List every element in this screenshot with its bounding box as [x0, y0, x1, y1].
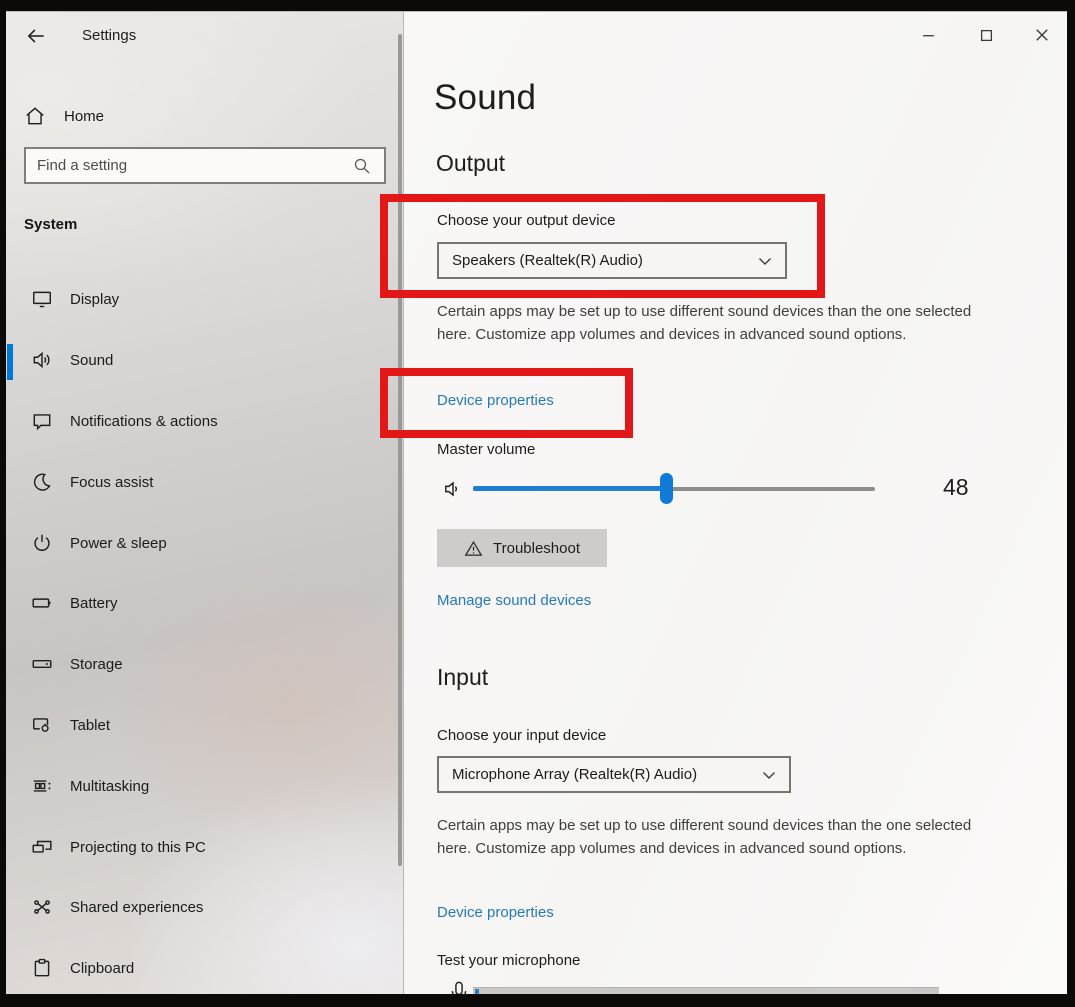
sidebar-item-sound[interactable]: Sound: [6, 340, 402, 380]
sidebar-item-label: Multitasking: [70, 777, 150, 795]
sidebar-item-tablet[interactable]: Tablet: [6, 705, 402, 745]
screenshot-frame: Settings Home System: [0, 0, 1075, 1007]
settings-window: Settings Home System: [6, 11, 1067, 994]
display-icon: [31, 288, 53, 310]
chevron-down-icon: [757, 253, 773, 269]
sidebar-item-shared-experiences[interactable]: Shared experiences: [6, 887, 402, 927]
projecting-icon: [31, 836, 53, 858]
troubleshoot-button[interactable]: Troubleshoot: [437, 529, 607, 567]
storage-icon: [31, 653, 53, 675]
output-device-properties-link[interactable]: Device properties: [437, 392, 554, 409]
microphone-level-fill: [475, 989, 479, 994]
input-device-value: Microphone Array (Realtek(R) Audio): [452, 766, 698, 783]
sidebar-item-label: Focus assist: [70, 473, 154, 491]
sound-icon: [31, 349, 53, 371]
sidebar-item-power-sleep[interactable]: Power & sleep: [6, 523, 402, 563]
master-volume-slider-thumb[interactable]: [660, 473, 673, 504]
power-icon: [31, 532, 53, 554]
close-icon: [1035, 28, 1049, 42]
sidebar-item-storage[interactable]: Storage: [6, 644, 402, 684]
sidebar: Settings Home System: [6, 12, 403, 994]
input-description: Certain apps may be set up to use differ…: [437, 817, 972, 857]
choose-input-device-label: Choose your input device: [437, 727, 607, 744]
page-title: Sound: [434, 78, 537, 117]
sidebar-item-multitasking[interactable]: Multitasking: [6, 766, 402, 806]
sidebar-item-label: Tablet: [70, 716, 111, 734]
focus-assist-icon: [31, 471, 53, 493]
maximize-button[interactable]: [964, 20, 1008, 50]
sidebar-item-label: Sound: [70, 351, 114, 369]
sidebar-item-display[interactable]: Display: [6, 279, 402, 319]
pane-divider: [403, 12, 404, 994]
clipboard-icon: [31, 957, 53, 979]
chevron-down-icon: [761, 767, 777, 783]
input-section-title: Input: [437, 664, 489, 690]
battery-icon: [31, 592, 53, 614]
output-description: Certain apps may be set up to use differ…: [437, 303, 972, 343]
volume-speaker-icon[interactable]: [441, 477, 465, 501]
sidebar-item-label: Projecting to this PC: [70, 838, 206, 856]
maximize-icon: [980, 29, 993, 42]
sidebar-item-notifications[interactable]: Notifications & actions: [6, 401, 402, 441]
main-content: Sound Output Choose your output device S…: [380, 12, 1067, 994]
output-device-value: Speakers (Realtek(R) Audio): [452, 252, 643, 269]
sidebar-item-clipboard[interactable]: Clipboard: [6, 948, 402, 988]
input-device-dropdown[interactable]: Microphone Array (Realtek(R) Audio): [437, 756, 791, 793]
warning-icon: [464, 539, 483, 558]
master-volume-value: 48: [943, 474, 969, 500]
sidebar-item-label: Shared experiences: [70, 898, 204, 916]
manage-sound-devices-link[interactable]: Manage sound devices: [437, 592, 591, 609]
notifications-icon: [31, 410, 53, 432]
sidebar-item-label: Power & sleep: [70, 534, 167, 552]
test-microphone-label: Test your microphone: [437, 952, 581, 969]
microphone-icon: [448, 980, 470, 994]
sidebar-scrollbar[interactable]: [398, 34, 402, 866]
sidebar-item-label: Clipboard: [70, 959, 135, 977]
sidebar-item-projecting[interactable]: Projecting to this PC: [6, 827, 402, 867]
sidebar-item-battery[interactable]: Battery: [6, 583, 402, 623]
minimize-button[interactable]: [906, 20, 950, 50]
output-section-title: Output: [436, 150, 506, 176]
close-button[interactable]: [1020, 20, 1064, 50]
microphone-level-meter: [473, 987, 939, 994]
output-device-dropdown[interactable]: Speakers (Realtek(R) Audio): [437, 242, 787, 279]
sidebar-item-label: Notifications & actions: [70, 412, 218, 430]
sidebar-nav: Display Sound Notifications & actions Fo…: [6, 12, 403, 994]
sidebar-item-label: Battery: [70, 594, 118, 612]
master-volume-label: Master volume: [437, 441, 536, 458]
minimize-icon: [922, 29, 935, 42]
shared-experiences-icon: [31, 896, 53, 918]
troubleshoot-label: Troubleshoot: [493, 539, 580, 557]
sidebar-item-label: Display: [70, 290, 120, 308]
multitasking-icon: [31, 775, 53, 797]
tablet-icon: [31, 714, 53, 736]
sidebar-item-label: Storage: [70, 655, 123, 673]
input-device-properties-link[interactable]: Device properties: [437, 904, 554, 921]
choose-output-device-label: Choose your output device: [437, 212, 616, 229]
sidebar-item-focus-assist[interactable]: Focus assist: [6, 462, 402, 502]
master-volume-slider-fill: [473, 486, 667, 491]
